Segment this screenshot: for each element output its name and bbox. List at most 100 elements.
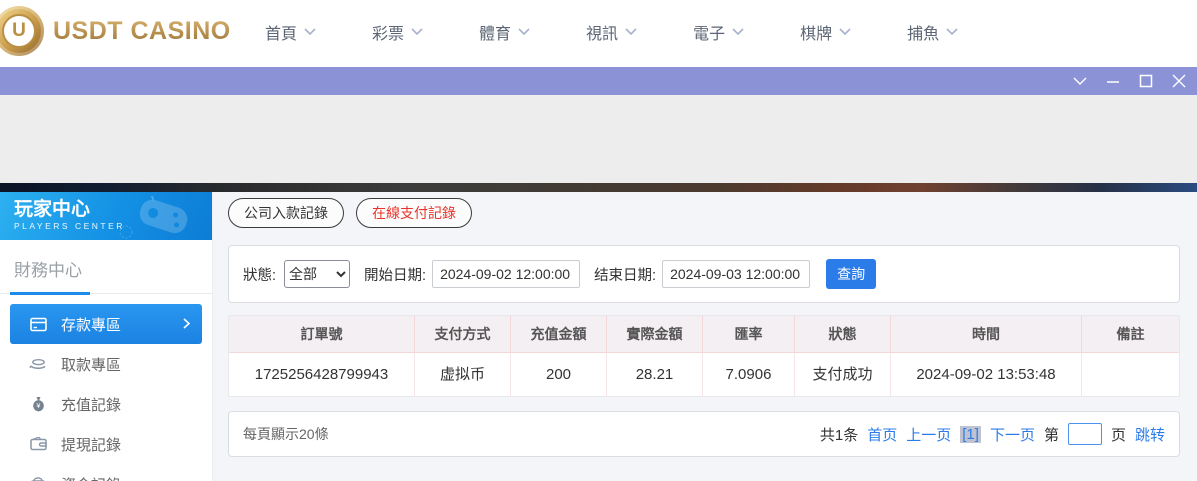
content-area: 玩家中心 PLAYERS CENTER 財務中心 (0, 192, 1197, 481)
cell-remark (1082, 353, 1179, 396)
chevron-down-icon (732, 23, 744, 41)
empty-band (0, 95, 1197, 183)
section-divider (0, 292, 212, 295)
chevron-down-icon (839, 23, 851, 41)
top-header: U USDT CASINO 首頁 彩票 體育 視訊 電子 (0, 0, 1197, 63)
chevron-down-icon (625, 23, 637, 41)
hand-coin-icon (29, 355, 47, 373)
table-header-row: 訂單號 支付方式 充值金額 實際金額 匯率 狀態 時間 備註 (229, 316, 1179, 353)
prev-page-link[interactable]: 上一页 (906, 424, 951, 445)
gamepad-icon (112, 196, 202, 240)
nav-item-home[interactable]: 首頁 (265, 20, 316, 44)
page-size-text: 每頁顯示20條 (243, 424, 329, 444)
players-center-header: 玩家中心 PLAYERS CENTER (0, 192, 212, 240)
nav-item-label: 捕魚 (907, 20, 939, 44)
maximize-icon[interactable] (1138, 73, 1154, 89)
cell-time: 2024-09-02 13:53:48 (891, 353, 1082, 396)
banner-strip (0, 183, 1197, 192)
status-label: 狀態: (243, 264, 276, 285)
finance-center-label: 財務中心 (0, 240, 212, 281)
records-table: 訂單號 支付方式 充值金額 實際金額 匯率 狀態 時間 備註 172525642… (228, 315, 1180, 397)
cell-recharge-amount: 200 (511, 353, 607, 396)
search-button[interactable]: 查詢 (826, 259, 876, 289)
nav-item-slots[interactable]: 電子 (693, 20, 744, 44)
nav-item-lottery[interactable]: 彩票 (372, 20, 423, 44)
chevron-down-icon (946, 23, 958, 41)
sidebar-item-withdraw-records[interactable]: 提現記錄 (0, 424, 212, 464)
collapse-chevron-icon[interactable] (1072, 73, 1088, 89)
table-row: 1725256428799943 虚拟币 200 28.21 7.0906 支付… (229, 353, 1179, 396)
nav-item-fishing[interactable]: 捕魚 (907, 20, 958, 44)
logo-ball-icon: U (0, 6, 44, 56)
sidebar-item-deposit-records[interactable]: ¥ 充值記錄 (0, 384, 212, 424)
sidebar-item-label: 資金記錄 (61, 474, 121, 481)
chevron-down-icon (518, 23, 530, 41)
minimize-icon[interactable] (1105, 73, 1121, 89)
money-bag-icon: ¥ (29, 395, 47, 413)
tab-online-payment-records[interactable]: 在線支付記錄 (356, 198, 472, 228)
col-header-remark: 備註 (1082, 316, 1179, 353)
jump-page-input[interactable] (1068, 423, 1102, 445)
logo-letter: U (2, 14, 36, 48)
sidebar-item-label: 提現記錄 (61, 434, 121, 455)
main-panel: 公司入款記錄 在線支付記錄 狀態: 全部 開始日期: 结束日期: 查詢 訂單號 … (213, 192, 1197, 481)
start-date-input[interactable] (432, 260, 580, 288)
pagination-controls: 共1条 首页 上一页 [1] 下一页 第 页 跳转 (820, 423, 1165, 445)
total-count: 共1条 (820, 424, 858, 445)
pagination-bar: 每頁顯示20條 共1条 首页 上一页 [1] 下一页 第 页 跳转 (228, 411, 1180, 457)
purse-icon (29, 475, 47, 481)
col-header-pay-method: 支付方式 (415, 316, 511, 353)
cell-order-no: 1725256428799943 (229, 353, 415, 396)
sidebar-item-label: 充值記錄 (61, 394, 121, 415)
cell-actual-amount: 28.21 (607, 353, 703, 396)
sidebar-item-deposit[interactable]: 存款專區 (10, 304, 202, 344)
col-header-time: 時間 (891, 316, 1082, 353)
start-date-label: 開始日期: (364, 264, 426, 285)
cell-pay-method: 虚拟币 (415, 353, 511, 396)
status-select[interactable]: 全部 (284, 260, 350, 288)
end-date-label: 结束日期: (594, 264, 656, 285)
sidebar-menu: 存款專區 取款專區 ¥ 充值記錄 (0, 304, 212, 481)
logo[interactable]: U USDT CASINO (0, 6, 231, 56)
window-titlebar (0, 65, 1197, 95)
current-page[interactable]: [1] (960, 426, 981, 443)
chevron-down-icon (411, 23, 423, 41)
chevron-right-icon (183, 316, 190, 333)
sidebar: 玩家中心 PLAYERS CENTER 財務中心 (0, 192, 213, 481)
col-header-order-no: 訂單號 (229, 316, 415, 353)
svg-text:¥: ¥ (36, 403, 40, 410)
col-header-status: 狀態 (795, 316, 891, 353)
window-controls (1072, 67, 1187, 95)
nav-item-live[interactable]: 視訊 (586, 20, 637, 44)
nav-item-chess[interactable]: 棋牌 (800, 20, 851, 44)
nav-item-label: 首頁 (265, 20, 297, 44)
cell-status: 支付成功 (795, 353, 891, 396)
wallet-icon (29, 435, 47, 453)
nav-item-label: 體育 (479, 20, 511, 44)
nav-item-sports[interactable]: 體育 (479, 20, 530, 44)
main-nav: 首頁 彩票 體育 視訊 電子 棋牌 (265, 0, 958, 63)
filter-bar: 狀態: 全部 開始日期: 结束日期: 查詢 (228, 245, 1180, 303)
jump-prefix-label: 第 (1044, 424, 1059, 445)
record-tabs: 公司入款記錄 在線支付記錄 (228, 198, 1197, 228)
nav-item-label: 彩票 (372, 20, 404, 44)
sidebar-item-fund-records[interactable]: 資金記錄 (0, 464, 212, 481)
jump-suffix-label: 页 (1111, 424, 1126, 445)
jump-button[interactable]: 跳转 (1135, 424, 1165, 445)
nav-item-label: 電子 (693, 20, 725, 44)
logo-text: USDT CASINO (53, 17, 231, 46)
tab-company-deposit-records[interactable]: 公司入款記錄 (228, 198, 344, 228)
col-header-actual-amount: 實際金額 (607, 316, 703, 353)
col-header-rate: 匯率 (703, 316, 795, 353)
nav-item-label: 視訊 (586, 20, 618, 44)
sidebar-item-withdraw[interactable]: 取款專區 (0, 344, 212, 384)
col-header-recharge-amount: 充值金額 (511, 316, 607, 353)
first-page-link[interactable]: 首页 (867, 424, 897, 445)
chevron-down-icon (304, 23, 316, 41)
end-date-input[interactable] (662, 260, 810, 288)
sidebar-item-label: 存款專區 (61, 314, 121, 335)
next-page-link[interactable]: 下一页 (990, 424, 1035, 445)
card-icon (29, 315, 47, 333)
close-icon[interactable] (1171, 73, 1187, 89)
cell-rate: 7.0906 (703, 353, 795, 396)
